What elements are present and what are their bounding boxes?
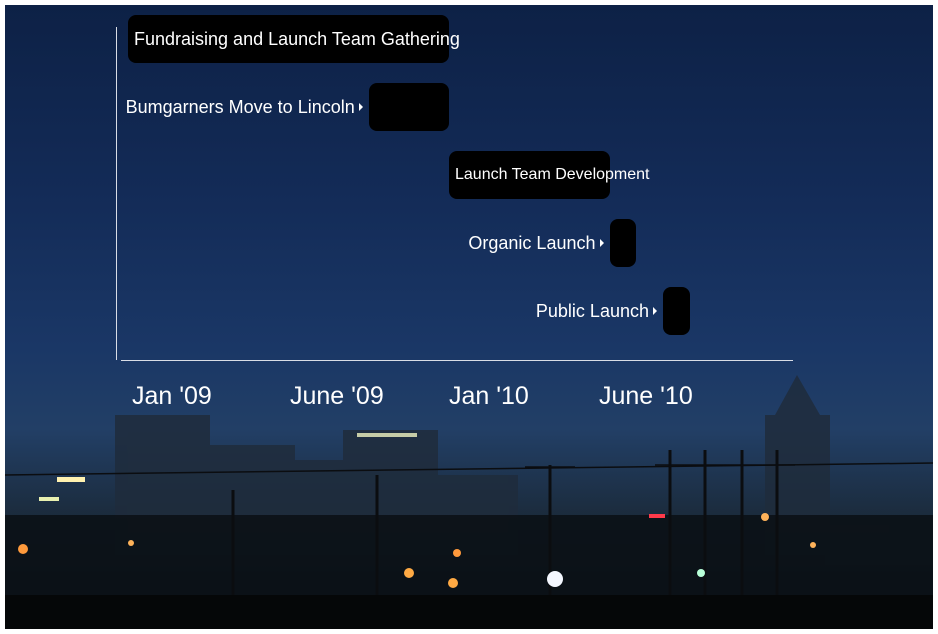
y-axis-line	[116, 27, 117, 360]
x-tick-label: Jan '10	[449, 382, 529, 410]
timeline-bar-label: Launch Team Development	[455, 166, 650, 183]
timeline-bar	[663, 287, 690, 335]
timeline-bar-label: Bumgarners Move to Lincoln	[125, 97, 355, 117]
timeline-chart: Fundraising and Launch Team Gathering Bum…	[5, 5, 933, 629]
x-tick-label: Jan '09	[132, 382, 212, 410]
timeline-bar	[609, 219, 637, 267]
timeline-marker-icon	[358, 103, 363, 111]
timeline-marker-icon	[599, 239, 604, 247]
x-tick-label: June '10	[599, 382, 693, 410]
timeline-bar-label: Organic Launch	[468, 233, 596, 253]
timeline-bar	[368, 83, 449, 131]
x-axis-line	[121, 360, 793, 361]
timeline-marker-icon	[653, 307, 657, 315]
timeline-bar-label: Public Launch	[535, 301, 649, 321]
x-tick-label: June '09	[290, 382, 384, 410]
timeline-frame: Fundraising and Launch Team Gathering Bum…	[5, 5, 933, 629]
timeline-bar-label: Fundraising and Launch Team Gathering	[134, 29, 460, 49]
